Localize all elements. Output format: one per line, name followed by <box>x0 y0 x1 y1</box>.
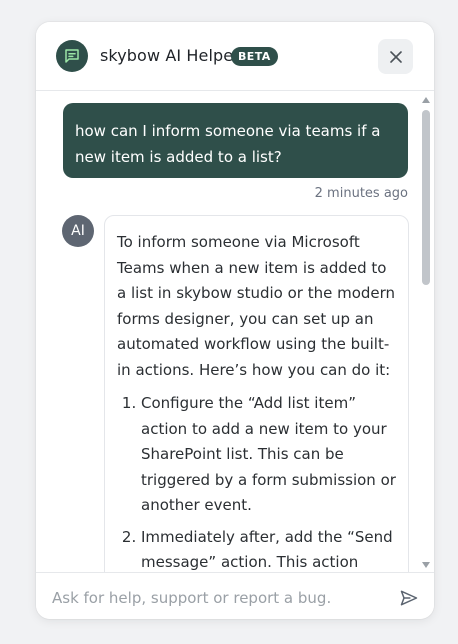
beta-badge: BETA <box>231 47 278 66</box>
message-scrollbar[interactable] <box>420 92 434 572</box>
list-item: Configure the “Add list item” action to … <box>141 391 396 519</box>
message-list[interactable]: how can I inform someone via teams if a … <box>36 91 434 572</box>
chat-title: skybow AI Helper <box>100 46 240 65</box>
send-icon <box>400 590 418 606</box>
send-button[interactable] <box>396 585 422 611</box>
user-message: how can I inform someone via teams if a … <box>63 103 408 178</box>
ai-helper-panel: skybow AI Helper BETA how can I inform s… <box>36 22 434 619</box>
scroll-down-arrow-icon[interactable] <box>422 562 430 568</box>
list-item: Immediately after, add the “Send message… <box>141 525 396 573</box>
scroll-up-arrow-icon[interactable] <box>422 97 430 103</box>
message-input[interactable] <box>52 586 382 610</box>
ai-intro-text: To inform someone via Microsoft Teams wh… <box>117 233 396 379</box>
ai-avatar: AI <box>62 215 94 247</box>
composer <box>36 572 434 619</box>
close-icon <box>389 50 402 63</box>
close-button[interactable] <box>378 39 413 74</box>
chat-bubble-icon <box>56 40 88 72</box>
scrollbar-thumb[interactable] <box>422 110 430 285</box>
ai-message: To inform someone via Microsoft Teams wh… <box>104 215 409 572</box>
message-timestamp: 2 minutes ago <box>314 186 408 201</box>
ai-steps-list: Configure the “Add list item” action to … <box>117 391 396 572</box>
chat-header: skybow AI Helper BETA <box>36 22 434 91</box>
